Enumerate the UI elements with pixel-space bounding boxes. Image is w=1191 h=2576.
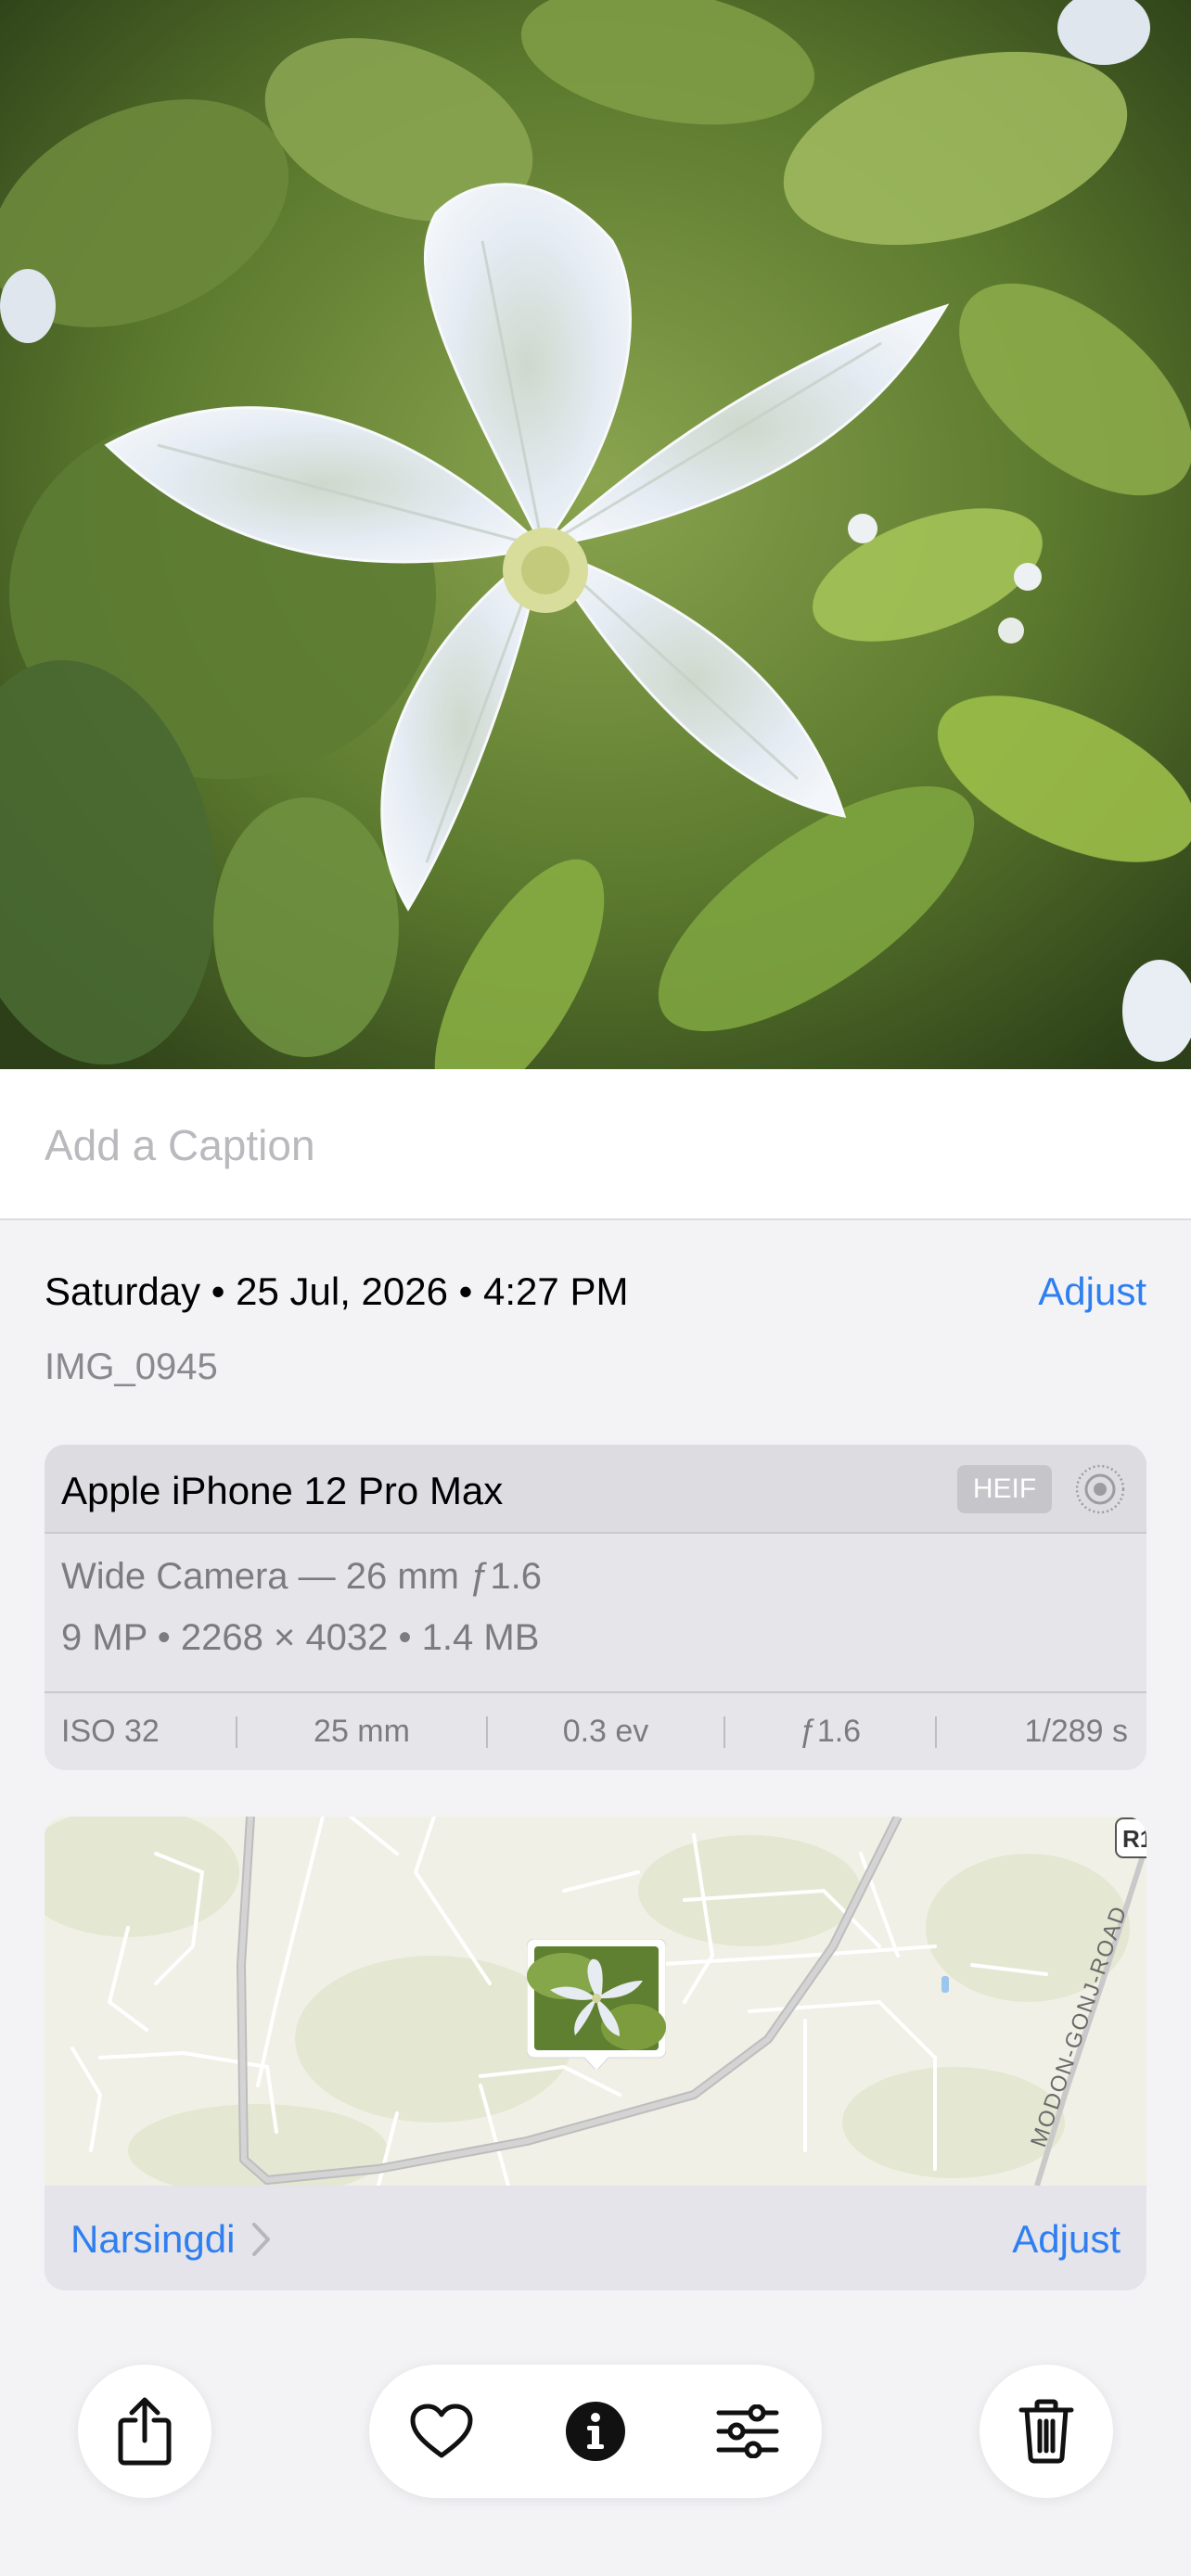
exif-aperture: ƒ1.6 <box>799 1714 862 1749</box>
format-badge: HEIF <box>957 1465 1052 1513</box>
live-photo-icon[interactable] <box>1074 1463 1126 1515</box>
place-name: Narsingdi <box>70 2217 236 2261</box>
place-link[interactable]: Narsingdi <box>70 2217 272 2262</box>
device-name: Apple iPhone 12 Pro Max <box>61 1469 504 1512</box>
caption-input[interactable] <box>45 1116 1146 1175</box>
share-button[interactable] <box>78 2365 211 2498</box>
photo-actions-bar <box>369 2365 822 2498</box>
photo-datetime: Saturday • 25 Jul, 2026 • 4:27 PM <box>45 1269 629 1313</box>
photo-viewer[interactable] <box>0 0 1191 1069</box>
sliders-icon <box>716 2404 779 2458</box>
heart-icon <box>410 2404 473 2458</box>
delete-button[interactable] <box>980 2365 1113 2498</box>
favorite-button[interactable] <box>395 2385 488 2478</box>
exif-focal-length: 25 mm <box>314 1714 410 1749</box>
camera-info-card: Apple iPhone 12 Pro Max HEIF Wide Camera… <box>45 1445 1146 1770</box>
chevron-right-icon <box>252 2223 271 2256</box>
flower-photo <box>0 0 1191 1069</box>
exif-shutter-speed: 1/289 s <box>1024 1714 1128 1749</box>
location-map[interactable]: R1 MODON-GONJ-ROAD <box>45 1817 1146 2186</box>
edit-button[interactable] <box>701 2385 794 2478</box>
route-badge-label: R1 <box>1122 1825 1146 1853</box>
caption-section <box>0 1069 1191 1220</box>
camera-info-header: Apple iPhone 12 Pro Max HEIF <box>45 1445 1146 1534</box>
image-specs: 9 MP • 2268 × 4032 • 1.4 MB <box>61 1617 540 1658</box>
share-icon <box>118 2397 172 2466</box>
location-card: R1 MODON-GONJ-ROAD <box>45 1817 1146 2290</box>
lens-info: Wide Camera — 26 mm ƒ1.6 <box>61 1556 542 1597</box>
exif-row: ISO 32 25 mm 0.3 ev ƒ1.6 1/289 s <box>45 1691 1146 1770</box>
photo-filename: IMG_0945 <box>45 1346 218 1387</box>
trash-icon <box>1018 2399 1074 2464</box>
map-photo-pin[interactable] <box>527 1939 666 2069</box>
info-button[interactable] <box>549 2385 642 2478</box>
adjust-date-button[interactable]: Adjust <box>1038 1269 1146 1314</box>
info-icon <box>566 2402 625 2461</box>
location-footer: Narsingdi Adjust <box>45 2186 1146 2290</box>
exif-exposure: 0.3 ev <box>562 1714 649 1749</box>
exif-iso: ISO 32 <box>61 1714 160 1749</box>
adjust-location-button[interactable]: Adjust <box>1012 2217 1121 2262</box>
